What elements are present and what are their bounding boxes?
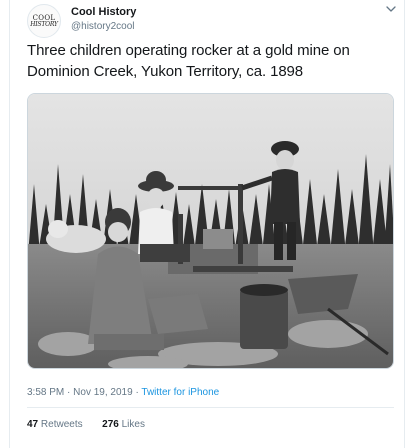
meta-separator: · xyxy=(135,387,139,398)
avatar[interactable]: COOL HISTORY xyxy=(27,4,61,38)
divider xyxy=(27,407,394,408)
tweet-text: Three children operating rocker at a gol… xyxy=(27,42,350,80)
likes-count: 276 xyxy=(102,419,119,430)
tweet-photo[interactable] xyxy=(27,93,394,369)
retweets-label: Retweets xyxy=(40,419,83,430)
likes-stat[interactable]: 276 Likes xyxy=(102,419,145,430)
chevron-down-icon[interactable] xyxy=(384,2,398,16)
tweet-source-link[interactable]: Twitter for iPhone xyxy=(141,387,219,398)
avatar-text-bottom: HISTORY xyxy=(30,20,58,28)
tweet-date[interactable]: Nov 19, 2019 xyxy=(73,387,133,398)
retweets-stat[interactable]: 47 Retweets xyxy=(27,419,83,430)
author-display-name[interactable]: Cool History xyxy=(71,6,136,18)
tweet-time[interactable]: 3:58 PM xyxy=(27,387,64,398)
author-handle[interactable]: @history2cool xyxy=(71,21,136,32)
tweet-stats: 47 Retweets 276 Likes xyxy=(27,419,145,430)
meta-separator: · xyxy=(67,387,71,398)
likes-label: Likes xyxy=(121,419,145,430)
retweets-count: 47 xyxy=(27,419,39,430)
author-names: Cool History @history2cool xyxy=(71,6,136,32)
tweet-card: COOL HISTORY Cool History @history2cool … xyxy=(9,0,405,448)
tweet-metadata: 3:58 PM · Nov 19, 2019 · Twitter for iPh… xyxy=(27,387,219,398)
